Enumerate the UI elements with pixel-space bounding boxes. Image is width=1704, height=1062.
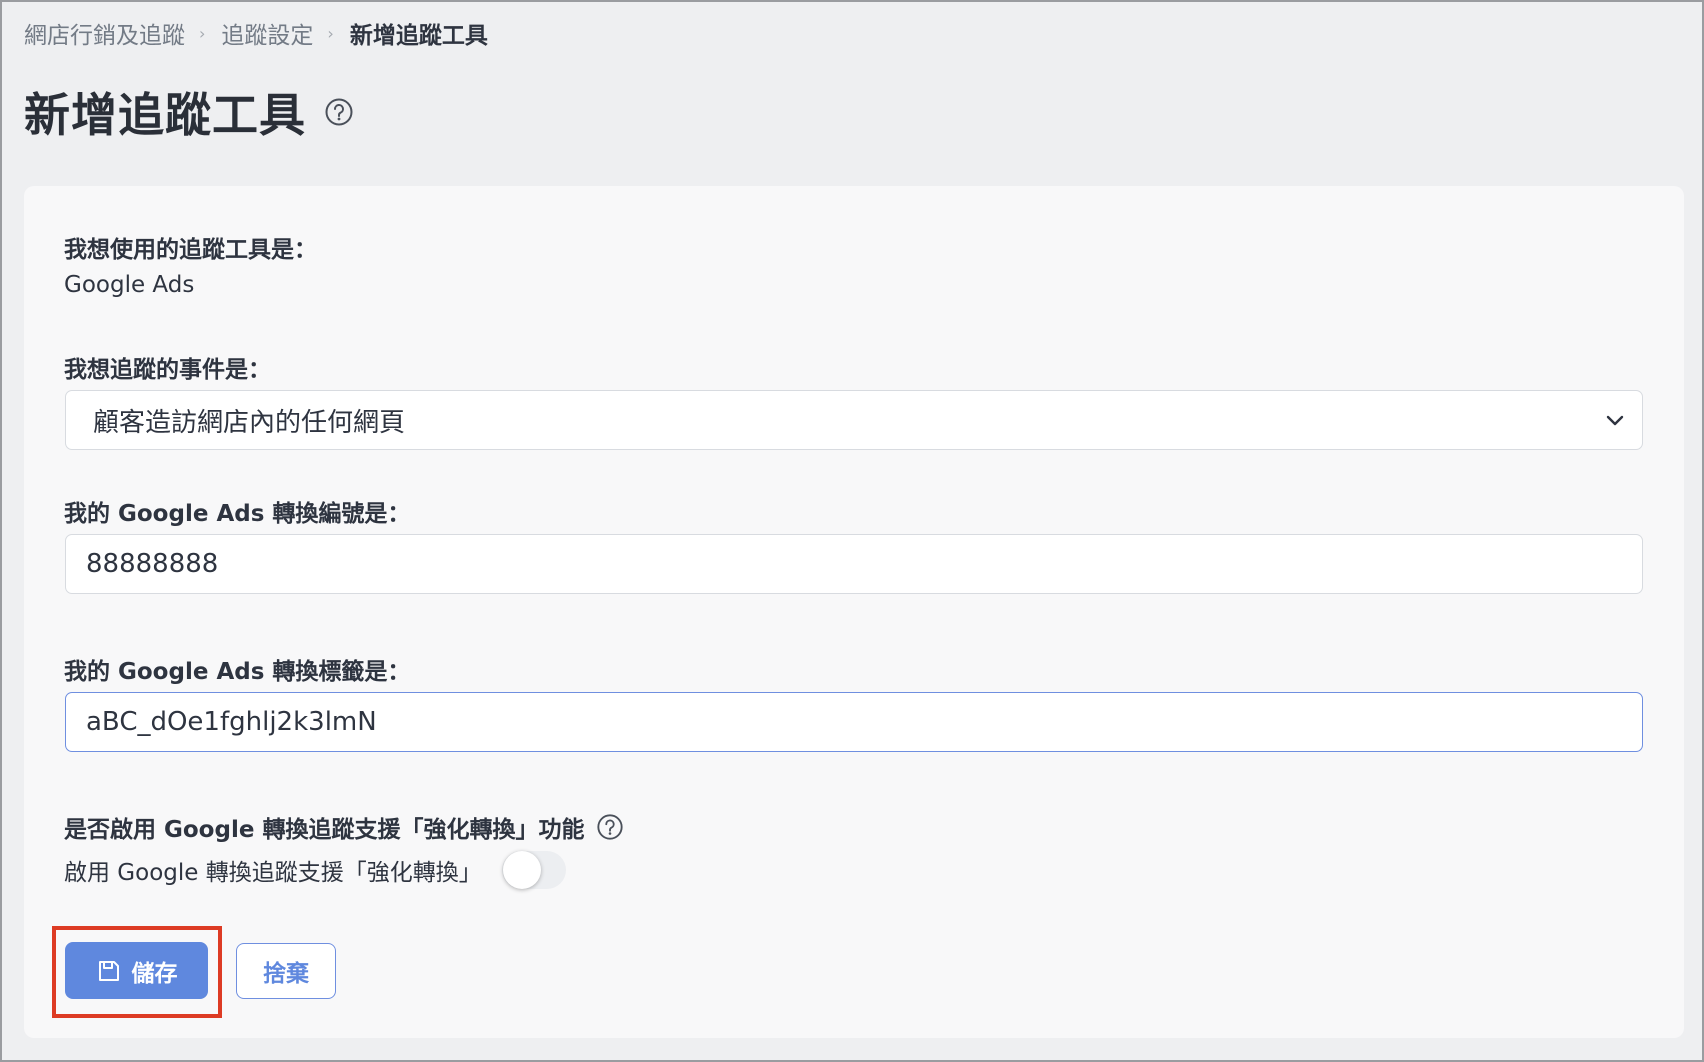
breadcrumb-separator-icon: › — [199, 23, 206, 43]
event-select[interactable]: 顧客造訪網店內的任何網頁 — [65, 390, 1643, 450]
breadcrumb-separator-icon: › — [327, 23, 334, 43]
enhanced-conversion-toggle-row: 啟用 Google 轉換追蹤支援「強化轉換」 — [64, 846, 566, 894]
conversion-label-label: 我的 Google Ads 轉換標籤是： — [64, 659, 411, 685]
tool-value: Google Ads — [64, 272, 195, 298]
event-label: 我想追蹤的事件是： — [64, 357, 271, 383]
discard-button[interactable]: 捨棄 — [236, 943, 336, 999]
conversion-label-input[interactable] — [65, 692, 1643, 752]
page-title: 新增追蹤工具 — [24, 88, 306, 142]
tool-label: 我想使用的追蹤工具是： — [64, 237, 317, 263]
breadcrumb-item-current: 新增追蹤工具 — [349, 23, 488, 49]
breadcrumb-item-tracking-settings[interactable]: 追蹤設定 — [221, 16, 313, 50]
page-header: 新增追蹤工具 — [24, 80, 354, 144]
app-frame: 網店行銷及追蹤 › 追蹤設定 › 新增追蹤工具 新增追蹤工具 我想使用的追蹤工具… — [0, 0, 1704, 1062]
breadcrumb-item-marketing[interactable]: 網店行銷及追蹤 — [24, 16, 185, 50]
save-button-label: 儲存 — [131, 960, 178, 987]
breadcrumb: 網店行銷及追蹤 › 追蹤設定 › 新增追蹤工具 — [24, 16, 488, 50]
help-icon[interactable] — [596, 813, 624, 841]
conversion-id-input[interactable] — [65, 534, 1643, 594]
discard-button-label: 捨棄 — [263, 961, 309, 987]
save-icon — [98, 960, 119, 981]
enhanced-conversion-label: 是否啟用 Google 轉換追蹤支援「強化轉換」功能 — [64, 817, 585, 843]
enhanced-conversion-toggle-label: 啟用 Google 轉換追蹤支援「強化轉換」 — [64, 860, 482, 886]
chevron-down-icon — [1602, 408, 1628, 441]
event-select-value: 顧客造訪網店內的任何網頁 — [93, 407, 406, 438]
toggle-knob — [502, 851, 541, 889]
enhanced-conversion-toggle[interactable] — [501, 851, 566, 889]
save-button[interactable]: 儲存 — [65, 942, 208, 999]
enhanced-conversion-heading: 是否啟用 Google 轉換追蹤支援「強化轉換」功能 — [64, 810, 624, 844]
form-card: 我想使用的追蹤工具是： Google Ads 我想追蹤的事件是： 顧客造訪網店內… — [24, 186, 1684, 1038]
help-icon[interactable] — [324, 97, 354, 127]
conversion-id-label: 我的 Google Ads 轉換編號是： — [64, 501, 411, 527]
